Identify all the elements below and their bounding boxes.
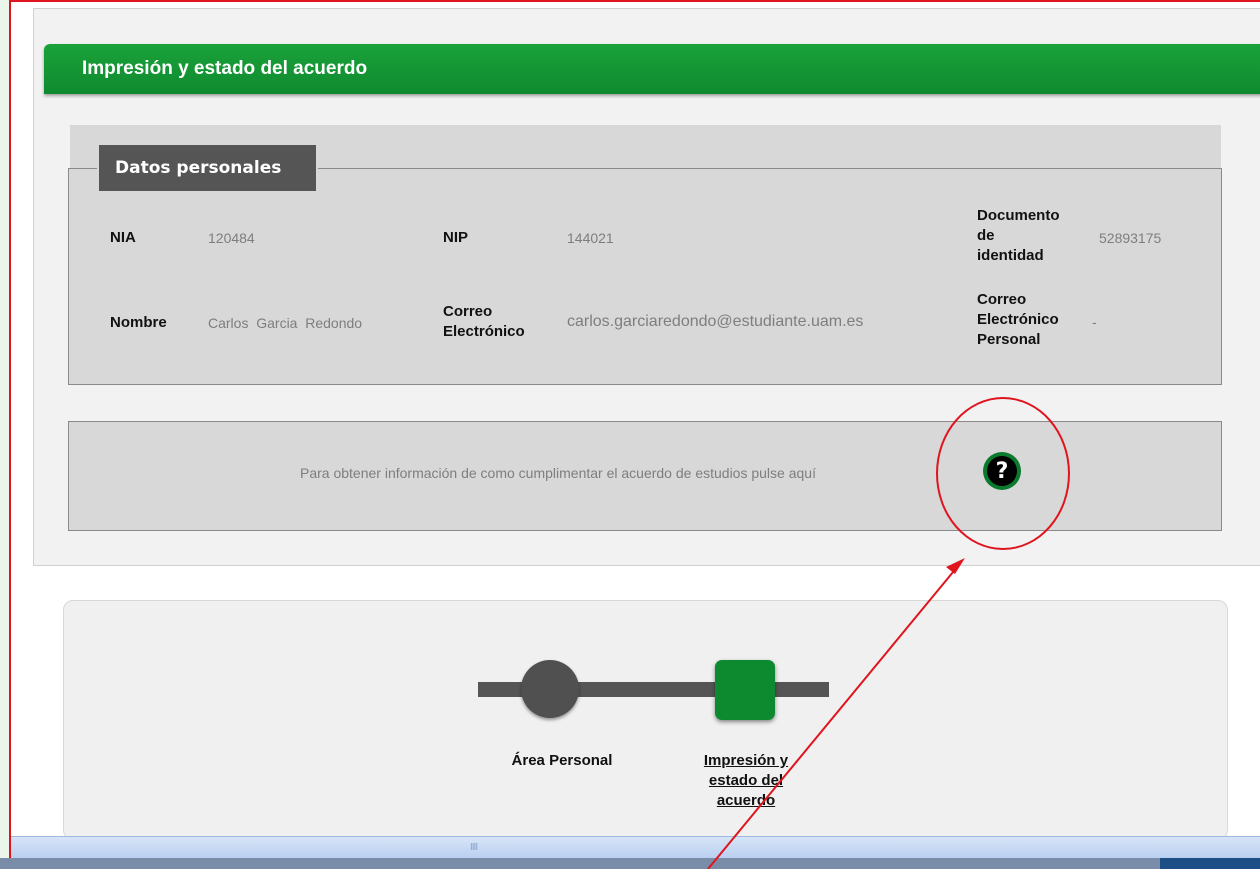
- document-label-line: de: [977, 227, 995, 244]
- document-label-line: Documento: [977, 207, 1060, 224]
- step-acuerdo-line: Impresión y: [703, 752, 789, 769]
- correo-personal-label: Correo Electrónico Personal: [977, 290, 1059, 350]
- scrollbar-grip-icon[interactable]: IIII: [470, 842, 478, 853]
- bottom-bar-right: [1160, 858, 1260, 869]
- step-acuerdo-line: acuerdo: [716, 792, 776, 809]
- correo-personal-label-line: Electrónico: [977, 311, 1059, 328]
- progress-panel: [63, 600, 1228, 840]
- correo-label: Correo Electrónico: [443, 302, 525, 342]
- step-acuerdo-line: estado del: [708, 772, 784, 789]
- correo-value: carlos.garciaredondo@estudiante.uam.es: [567, 313, 864, 330]
- step-acuerdo-icon[interactable]: [715, 660, 775, 720]
- nip-label: NIP: [443, 229, 469, 246]
- correo-personal-value: -: [1092, 314, 1097, 330]
- document-label-line: identidad: [977, 247, 1044, 264]
- document-value: 52893175: [1099, 230, 1162, 246]
- nombre-value: Carlos Garcia Redondo: [208, 315, 363, 331]
- annotation-circle: [936, 397, 1070, 550]
- personal-data-fieldset: [68, 168, 1222, 385]
- correo-personal-label-line: Correo: [977, 291, 1027, 308]
- step-acuerdo-link[interactable]: Impresión y estado del acuerdo: [681, 751, 811, 811]
- nombre-label: Nombre: [110, 314, 167, 331]
- document-label: Documento de identidad: [977, 206, 1060, 266]
- bottom-bar: [0, 858, 1260, 869]
- help-info-text[interactable]: Para obtener información de como cumplim…: [300, 465, 816, 481]
- correo-label-line: Electrónico: [443, 323, 525, 340]
- correo-personal-label-line: Personal: [977, 331, 1041, 348]
- personal-data-legend: Datos personales: [97, 143, 318, 193]
- nia-value: 120484: [208, 230, 255, 246]
- nia-label: NIA: [110, 229, 136, 246]
- step-area-personal-label[interactable]: Área Personal: [497, 751, 627, 771]
- horizontal-scrollbar[interactable]: [11, 836, 1260, 859]
- step-area-personal-icon[interactable]: [521, 660, 579, 718]
- correo-label-line: Correo: [443, 303, 493, 320]
- page-title: Impresión y estado del acuerdo: [82, 58, 368, 79]
- nip-value: 144021: [567, 230, 614, 246]
- page-header: Impresión y estado del acuerdo: [44, 44, 1260, 94]
